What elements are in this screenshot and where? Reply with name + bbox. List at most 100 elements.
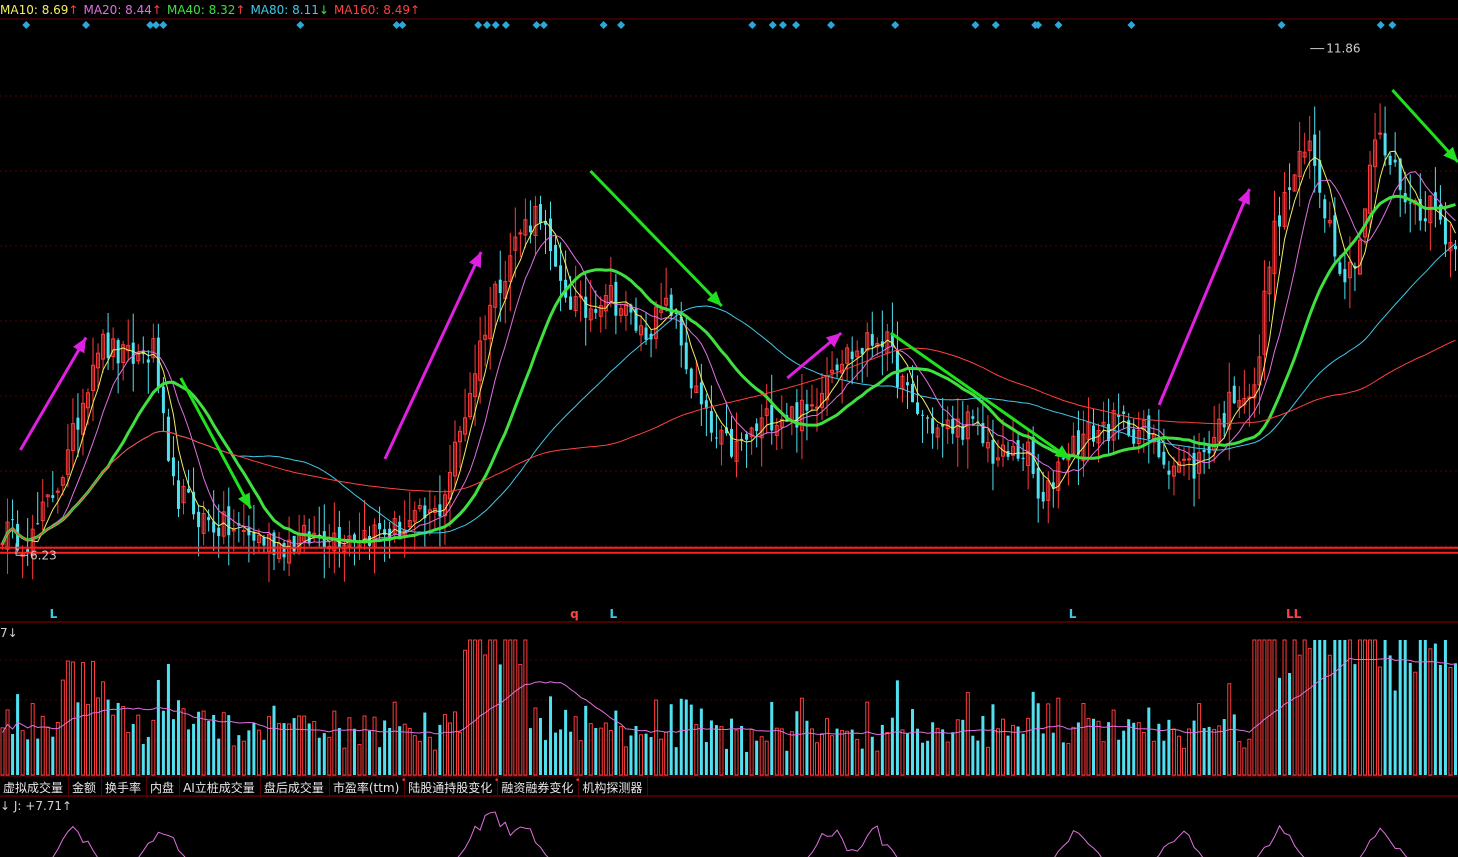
volume-bar: [1438, 664, 1442, 775]
tab-8[interactable]: 融资融券变化 •: [498, 777, 580, 796]
signal-diamond: [482, 21, 491, 29]
volume-bar: [564, 709, 568, 775]
volume-bar: [1383, 640, 1387, 775]
candle-body: [11, 519, 15, 521]
volume-bar: [855, 738, 860, 776]
volume-bar: [1197, 703, 1202, 776]
volume-bar: [241, 740, 246, 776]
volume-bar: [1222, 719, 1226, 775]
volume-bar: [30, 703, 35, 776]
volume-bar: [1056, 697, 1061, 776]
tab-5[interactable]: 盘后成交量: [261, 777, 330, 796]
volume-bar: [774, 727, 779, 776]
volume-bar: [327, 736, 332, 776]
legend-ma160: MA160: 8.49↑: [333, 3, 421, 17]
volume-bar: [594, 727, 598, 775]
candle-body: [745, 434, 749, 440]
candle-body: [1423, 218, 1427, 222]
signal-diamond: [827, 21, 836, 29]
volume-bar: [201, 710, 206, 776]
volume-bar: [860, 748, 864, 775]
signal-diamond: [748, 21, 757, 29]
volume-bar: [1122, 730, 1126, 775]
tab-6[interactable]: 市盈率(ttm) •: [330, 777, 406, 796]
volume-bar: [423, 712, 427, 775]
trend-arrow-shaft: [1157, 188, 1251, 406]
volume-bar: [1147, 707, 1151, 775]
volume-bar: [955, 719, 960, 776]
legend-arrow: ↓: [318, 3, 329, 17]
legend-arrow: ↑: [151, 3, 162, 17]
volume-bar: [438, 724, 442, 775]
volume-bar: [694, 724, 699, 776]
volume-bar: [1262, 639, 1267, 776]
volume-bar: [332, 710, 337, 776]
volume-bar: [272, 705, 276, 775]
volume-bar: [442, 714, 447, 776]
volume-bar: [935, 727, 940, 776]
volume-bar: [417, 740, 422, 776]
tab-2[interactable]: 换手率: [102, 777, 148, 796]
legend-ma40: MA40: 8.32↑: [166, 3, 246, 17]
volume-bar: [368, 730, 372, 775]
signal-diamond: [1277, 21, 1286, 29]
volume-bar: [447, 722, 452, 776]
trend-arrow-shaft: [1391, 88, 1458, 164]
volume-bar: [900, 729, 905, 776]
volume-bar: [1288, 672, 1292, 775]
volume-bar: [80, 662, 85, 776]
volume-bar: [0, 727, 5, 776]
tab-4[interactable]: AI立桩成交量: [180, 777, 261, 796]
low-label: 6.23: [30, 548, 57, 562]
volume-bar: [951, 732, 955, 775]
volume-bar: [659, 738, 664, 776]
volume-bar: [65, 660, 70, 776]
volume-bar: [287, 723, 292, 776]
candle-body: [1453, 245, 1457, 250]
candle-body: [282, 543, 286, 558]
tab-label: 陆股通持股变化: [408, 781, 493, 795]
volume-bar: [372, 716, 377, 776]
volume-bar: [347, 717, 352, 776]
signal-diamond: [22, 21, 31, 29]
tab-label: 虚拟成交量: [3, 781, 64, 795]
tab-7[interactable]: 陆股通持股变化 •: [405, 777, 499, 796]
candle-body: [1016, 440, 1020, 459]
candlestick-chart[interactable]: 11.866.23L q L L LL: [0, 0, 1458, 857]
volume-bar: [740, 725, 744, 775]
tab-3[interactable]: 内盘: [147, 777, 181, 796]
volume-bar: [779, 728, 784, 776]
volume-bar: [664, 731, 669, 776]
volume-bar: [916, 728, 920, 775]
candle-body: [991, 439, 995, 464]
tab-1[interactable]: 金额: [69, 777, 103, 796]
volume-bar: [941, 729, 945, 775]
candle-body: [1408, 202, 1412, 204]
volume-bar: [1338, 640, 1342, 775]
volume-bar: [136, 714, 141, 776]
candle-body: [1167, 470, 1171, 475]
volume-bar: [322, 733, 326, 775]
candle-body: [383, 529, 387, 535]
volume-bar: [745, 751, 749, 775]
chart-stage[interactable]: 11.86 6.23 Lq L L LL: [0, 0, 1458, 857]
volume-bar: [805, 720, 809, 775]
candle-body: [926, 417, 930, 419]
volume-bar: [292, 718, 296, 775]
volume-bar: [1202, 728, 1206, 775]
volume-bar: [569, 731, 573, 775]
candle-body: [1318, 160, 1322, 193]
tab-9[interactable]: 机构探测器: [579, 777, 649, 796]
kdj-legend: ↓ J: +7.71↑: [0, 799, 73, 813]
candle-body: [835, 364, 839, 371]
volume-bar: [352, 728, 356, 775]
volume-bar: [20, 730, 25, 776]
volume-bar: [629, 735, 633, 775]
volume-bar: [845, 730, 850, 776]
candle-body: [1041, 491, 1045, 502]
volume-bar: [1388, 655, 1392, 775]
volume-bar: [1323, 640, 1327, 775]
tab-0[interactable]: 虚拟成交量: [0, 777, 70, 796]
tab-label: 换手率: [105, 781, 142, 795]
candle-body: [207, 516, 211, 521]
